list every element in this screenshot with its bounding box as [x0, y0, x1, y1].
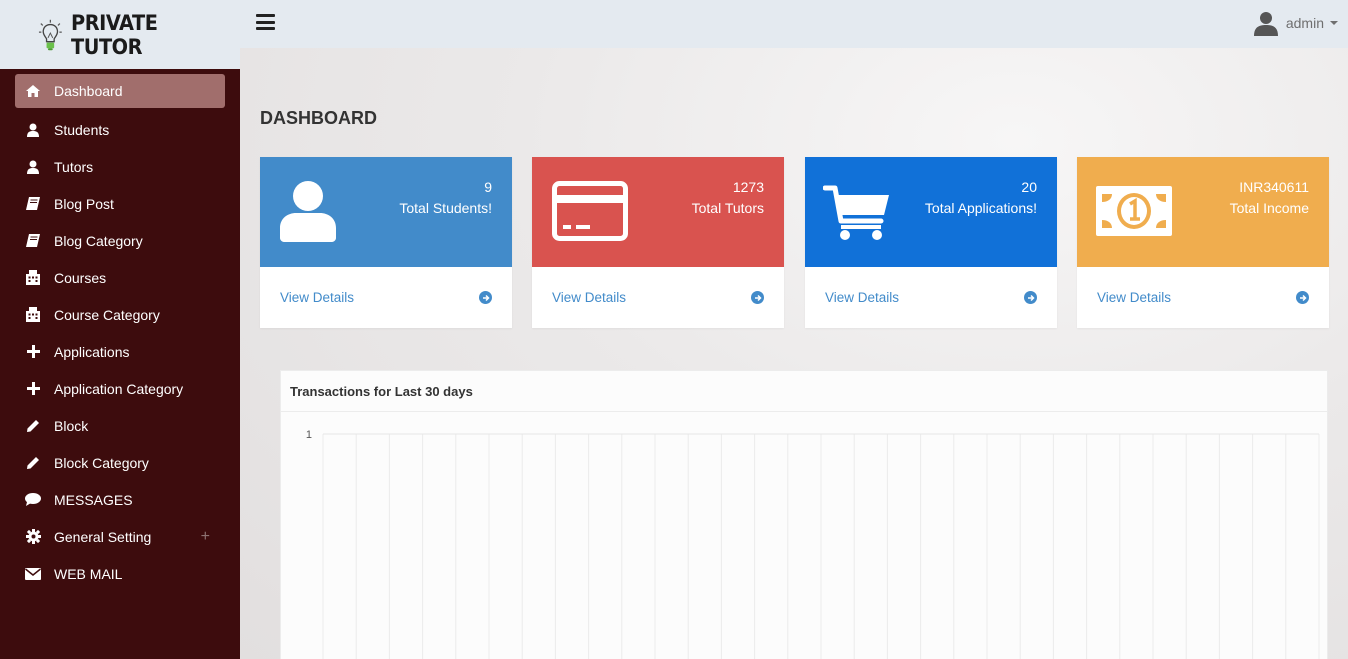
username: admin — [1285, 15, 1324, 31]
sidebar-item-courses[interactable]: Courses — [0, 259, 240, 296]
brand-logo[interactable]: PRIVATE TUTOR — [0, 0, 240, 69]
sidebar-item-messages[interactable]: MESSAGES — [0, 481, 240, 518]
pencil-icon — [25, 418, 41, 434]
stat-count: 1273 — [732, 179, 764, 195]
pencil-icon — [25, 455, 41, 471]
building-icon — [25, 307, 41, 323]
stat-card-students: 9 Total Students! View Details — [260, 157, 512, 328]
home-icon — [25, 83, 41, 99]
stat-card-income: INR340611 Total Income View Details — [1077, 157, 1329, 328]
transactions-chart-svg: 1 — [306, 429, 1320, 659]
menu-toggle-icon[interactable] — [256, 14, 275, 30]
gear-icon — [25, 529, 41, 545]
stat-count: INR340611 — [1239, 179, 1309, 195]
sidebar-item-application-category[interactable]: Application Category — [0, 370, 240, 407]
stat-card-header: 1273 Total Tutors — [532, 157, 784, 267]
avatar — [1253, 12, 1278, 36]
stat-label: Total Students! — [399, 200, 492, 216]
credit-card-icon — [552, 181, 628, 241]
panel-title: Transactions for Last 30 days — [281, 371, 1327, 412]
sidebar-item-dashboard[interactable]: Dashboard — [15, 74, 225, 108]
sidebar-item-web-mail[interactable]: WEB MAIL — [0, 555, 240, 592]
book-icon — [25, 196, 41, 212]
sidebar-item-students[interactable]: Students — [0, 111, 240, 148]
sidebar-item-label: Course Category — [54, 306, 160, 323]
sidebar-item-tutors[interactable]: Tutors — [0, 148, 240, 185]
arrow-circle-right-icon — [479, 291, 492, 304]
sidebar-item-label: General Setting — [54, 528, 152, 545]
sidebar-item-label: Application Category — [54, 380, 184, 397]
view-details-label: View Details — [280, 290, 355, 305]
stat-label: Total Applications! — [924, 200, 1037, 216]
sidebar-item-blog-post[interactable]: Blog Post — [0, 185, 240, 222]
arrow-circle-right-icon — [751, 291, 764, 304]
arrow-circle-right-icon — [1296, 291, 1309, 304]
view-details-link[interactable]: View Details — [532, 267, 784, 328]
view-details-label: View Details — [552, 290, 627, 305]
sidebar-item-label: Applications — [54, 343, 130, 360]
view-details-link[interactable]: View Details — [1077, 267, 1329, 328]
sidebar-item-label: Dashboard — [54, 83, 123, 99]
stat-card-tutors: 1273 Total Tutors View Details — [532, 157, 784, 328]
user-icon — [25, 159, 41, 175]
sidebar-item-label: Block Category — [54, 454, 149, 471]
main-content: DASHBOARD 9 Total Students! View Details — [240, 48, 1348, 659]
view-details-link[interactable]: View Details — [260, 267, 512, 328]
stat-card-header: INR340611 Total Income — [1077, 157, 1329, 267]
arrow-circle-right-icon — [1024, 291, 1037, 304]
comment-icon — [25, 492, 41, 508]
stat-label: Total Tutors — [691, 200, 764, 216]
sidebar-item-label: MESSAGES — [54, 491, 133, 508]
plus-icon — [25, 344, 41, 360]
sidebar-item-general-setting[interactable]: General Setting + — [0, 518, 240, 555]
sidebar-item-block[interactable]: Block — [0, 407, 240, 444]
sidebar-item-label: Tutors — [54, 158, 94, 175]
user-icon — [25, 122, 41, 138]
stat-count: 20 — [1021, 179, 1037, 195]
lightbulb-icon — [38, 19, 62, 50]
sidebar-item-label: Blog Category — [54, 232, 143, 249]
view-details-label: View Details — [1097, 290, 1172, 305]
building-icon — [25, 270, 41, 286]
y-tick-label: 1 — [306, 429, 312, 441]
sidebar-menu: Dashboard Students Tutors Blog Post Blog… — [0, 69, 240, 592]
sidebar-item-blog-category[interactable]: Blog Category — [0, 222, 240, 259]
view-details-link[interactable]: View Details — [805, 267, 1057, 328]
book-icon — [25, 233, 41, 249]
money-icon — [1096, 186, 1172, 236]
sidebar-item-label: WEB MAIL — [54, 565, 123, 582]
brand-name: PRIVATE TUTOR — [70, 10, 158, 59]
view-details-label: View Details — [825, 290, 900, 305]
chevron-down-icon — [1330, 21, 1338, 25]
transactions-panel: Transactions for Last 30 days 1 — [280, 370, 1328, 659]
page-title: DASHBOARD — [260, 108, 377, 128]
envelope-icon — [25, 566, 41, 582]
sidebar-item-label: Blog Post — [54, 195, 114, 212]
stat-card-header: 9 Total Students! — [260, 157, 512, 267]
transactions-chart: 1 — [281, 412, 1329, 659]
top-navbar: admin — [240, 0, 1348, 48]
plus-icon — [25, 381, 41, 397]
sidebar-item-applications[interactable]: Applications — [0, 333, 240, 370]
stat-card-header: 20 Total Applications! — [805, 157, 1057, 267]
sidebar-item-block-category[interactable]: Block Category — [0, 444, 240, 481]
user-menu[interactable]: admin — [1253, 10, 1338, 36]
sidebar: PRIVATE TUTOR Dashboard Students Tutors … — [0, 0, 240, 659]
user-icon — [280, 181, 336, 242]
sidebar-item-label: Block — [54, 417, 89, 434]
sidebar-item-course-category[interactable]: Course Category — [0, 296, 240, 333]
stat-label: Total Income — [1229, 200, 1309, 216]
stat-card-applications: 20 Total Applications! View Details — [805, 157, 1057, 328]
shopping-cart-icon — [823, 185, 889, 240]
sidebar-item-label: Students — [54, 121, 110, 138]
sidebar-item-label: Courses — [54, 269, 107, 286]
expand-plus-icon[interactable]: + — [201, 528, 210, 546]
stat-count: 9 — [484, 179, 492, 195]
